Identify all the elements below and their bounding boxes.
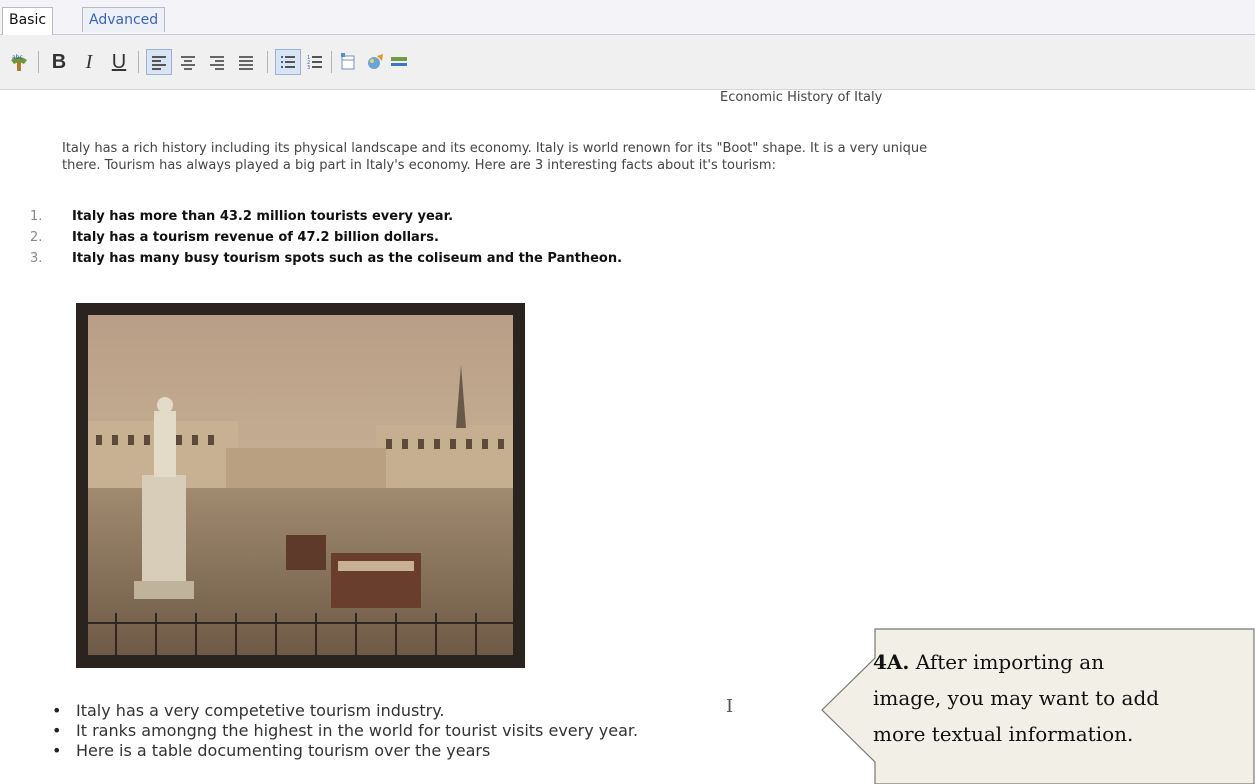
align-justify-icon (239, 56, 253, 70)
toolbar-separator (331, 51, 332, 73)
list-item-text: Italy has more than 43.2 million tourist… (72, 209, 454, 224)
bullet-icon: • (52, 721, 62, 740)
insert-table-button[interactable] (336, 49, 362, 75)
list-item-text: Italy has a very competetive tourism ind… (76, 701, 445, 720)
list-item: • It ranks amongng the highest in the wor… (52, 721, 638, 741)
toolbar-separator (138, 51, 139, 73)
list-item: 2. Italy has a tourism revenue of 47.2 bi… (30, 227, 622, 248)
intro-line: Italy has a rich history including its p… (62, 141, 928, 156)
document-heading: Economic History of Italy (720, 90, 883, 105)
formatting-toolbar: abc B I U 123 (0, 35, 1255, 90)
bold-button[interactable]: B (46, 49, 72, 75)
insert-line-button[interactable] (386, 49, 412, 75)
unordered-list-button[interactable] (275, 49, 301, 75)
align-right-icon (210, 56, 224, 70)
intro-paragraph: Italy has a rich history including its p… (62, 140, 927, 174)
piazza-photo (88, 315, 513, 655)
list-item-text: Italy has many busy tourism spots such a… (72, 251, 623, 266)
list-number: 1. (30, 209, 43, 224)
align-center-icon (181, 56, 195, 70)
align-left-button[interactable] (146, 49, 172, 75)
list-item-text: It ranks amongng the highest in the worl… (76, 721, 639, 740)
text-cursor-icon: I (726, 696, 734, 717)
bold-icon: B (51, 50, 67, 73)
align-justify-button[interactable] (233, 49, 259, 75)
bullet-list: • Italy has a very competetive tourism in… (52, 701, 638, 761)
toolbar-separator (38, 51, 39, 73)
callout-line-1: After importing an (909, 650, 1105, 674)
bullet-icon: • (52, 701, 62, 720)
editor-tab-bar: Basic Advanced (0, 0, 1255, 35)
callout-step-label: 4A. (873, 650, 910, 674)
list-item: 1. Italy has more than 43.2 million touri… (30, 206, 622, 227)
italic-icon: I (85, 50, 93, 73)
unordered-list-icon (281, 56, 295, 68)
callout-line-3: more textual information. (873, 722, 1134, 746)
insert-line-icon (391, 57, 407, 66)
list-item: • Italy has a very competetive tourism in… (52, 701, 638, 721)
align-center-button[interactable] (175, 49, 201, 75)
align-left-icon (152, 56, 166, 70)
tab-advanced[interactable]: Advanced (82, 7, 166, 32)
list-item: 3. Italy has many busy tourism spots such… (30, 248, 622, 269)
align-right-button[interactable] (204, 49, 230, 75)
tutorial-callout-text: 4A. After importing an image, you may wa… (873, 644, 1253, 752)
underline-button[interactable]: U (106, 49, 132, 75)
insert-table-icon (341, 53, 355, 70)
tab-basic[interactable]: Basic (2, 7, 54, 35)
spellcheck-icon[interactable]: abc (6, 49, 32, 75)
insert-image-button[interactable] (362, 49, 388, 75)
list-item: • Here is a table documenting tourism ove… (52, 741, 638, 761)
underline-icon: U (111, 50, 127, 73)
svg-text:3: 3 (307, 65, 310, 70)
list-item-text: Here is a table documenting tourism over… (76, 741, 491, 760)
intro-line: there. Tourism has always played a big p… (62, 158, 776, 173)
list-number: 3. (30, 251, 43, 266)
list-number: 2. (30, 230, 43, 245)
ordered-list-icon: 123 (307, 55, 322, 70)
insert-image-icon (368, 54, 383, 69)
italic-button[interactable]: I (76, 49, 102, 75)
callout-line: 4A. After importing an (873, 644, 1253, 680)
toolbar-separator (267, 51, 268, 73)
inserted-image[interactable] (76, 303, 525, 668)
bullet-icon: • (52, 741, 62, 760)
svg-text:abc: abc (12, 54, 23, 61)
callout-line-2: image, you may want to add (873, 686, 1160, 710)
list-item-text: Italy has a tourism revenue of 47.2 bill… (72, 230, 439, 245)
facts-ordered-list: 1. Italy has more than 43.2 million touri… (30, 206, 622, 269)
ordered-list-button[interactable]: 123 (302, 49, 328, 75)
